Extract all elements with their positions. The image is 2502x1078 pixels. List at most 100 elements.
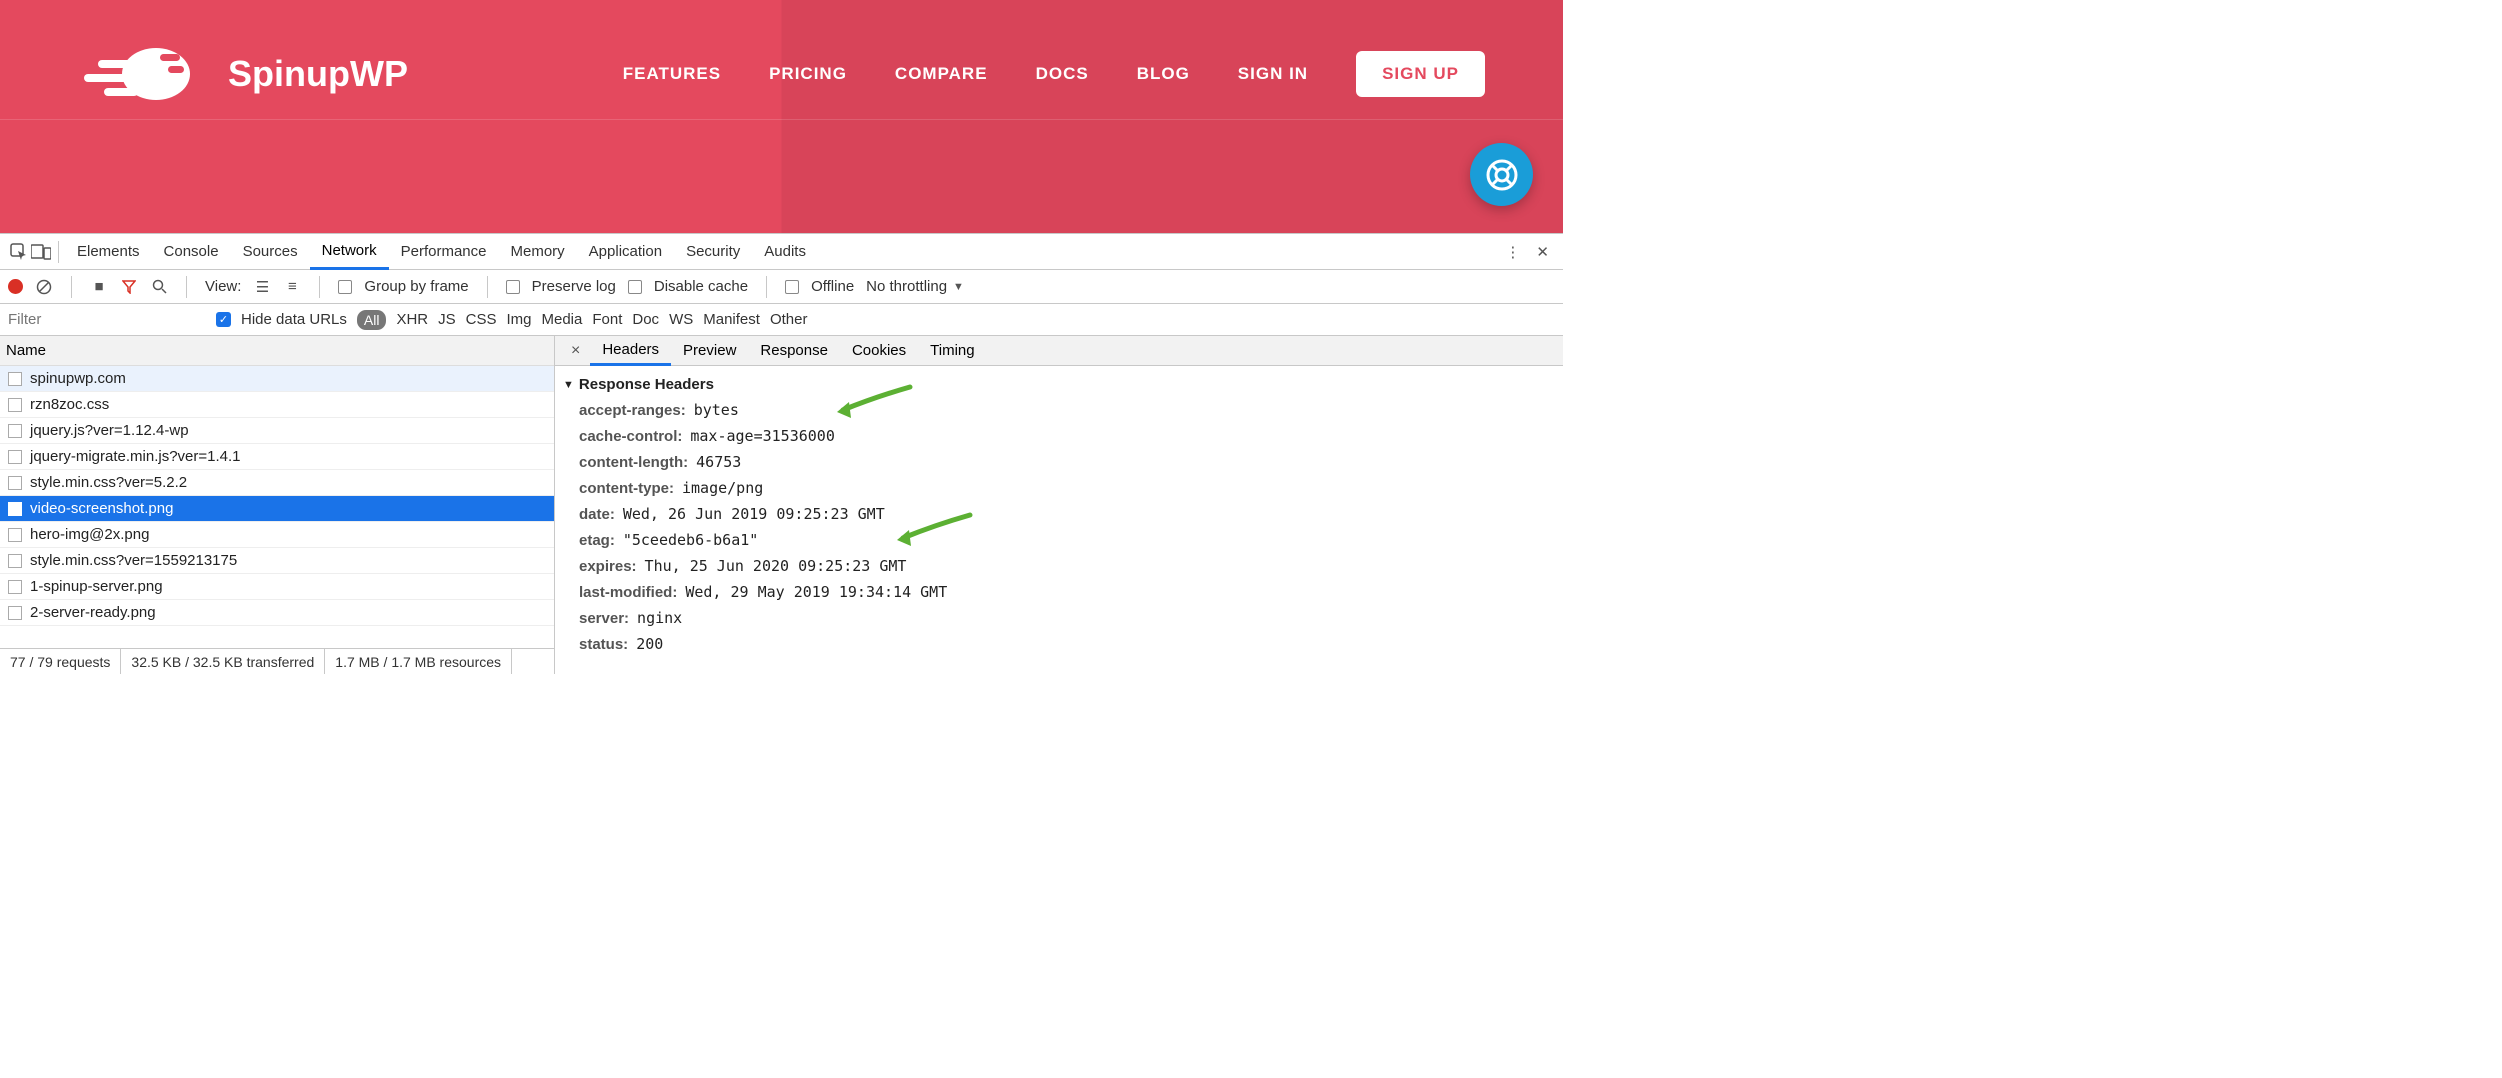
filter-img[interactable]: Img: [506, 311, 531, 328]
request-row[interactable]: 1-spinup-server.png: [0, 574, 554, 600]
offline-label: Offline: [811, 278, 854, 295]
request-row[interactable]: rzn8zoc.css: [0, 392, 554, 418]
detail-tab-headers[interactable]: Headers: [590, 336, 671, 366]
tab-performance[interactable]: Performance: [389, 234, 499, 270]
request-row[interactable]: video-screenshot.png: [0, 496, 554, 522]
response-headers-section[interactable]: ▼ Response Headers: [555, 372, 1563, 397]
header-row: accept-ranges: bytes: [555, 397, 1563, 423]
request-row[interactable]: jquery-migrate.min.js?ver=1.4.1: [0, 444, 554, 470]
header-value: image/png: [682, 479, 763, 497]
nav-features[interactable]: FEATURES: [623, 64, 721, 84]
filter-js[interactable]: JS: [438, 311, 456, 328]
nav-compare[interactable]: COMPARE: [895, 64, 988, 84]
offline-checkbox[interactable]: [785, 280, 799, 294]
header-row: expires:Thu, 25 Jun 2020 09:25:23 GMT: [555, 553, 1563, 579]
brand-logo[interactable]: SpinupWP: [78, 46, 408, 102]
tab-application[interactable]: Application: [577, 234, 674, 270]
divider: [319, 276, 320, 298]
header-row: content-length:46753: [555, 449, 1563, 475]
filter-font[interactable]: Font: [592, 311, 622, 328]
filter-bar: ✓ Hide data URLs All XHR JS CSS Img Medi…: [0, 304, 1563, 336]
camera-icon[interactable]: ■: [90, 278, 108, 296]
file-icon: [8, 424, 22, 438]
request-row[interactable]: jquery.js?ver=1.12.4-wp: [0, 418, 554, 444]
disable-cache-label: Disable cache: [654, 278, 748, 295]
filter-manifest[interactable]: Manifest: [703, 311, 760, 328]
file-icon: [8, 502, 22, 516]
request-name: rzn8zoc.css: [30, 396, 109, 413]
hide-data-urls-checkbox[interactable]: ✓: [216, 312, 231, 327]
detail-tab-timing[interactable]: Timing: [918, 336, 986, 366]
divider: [58, 241, 59, 263]
tab-sources[interactable]: Sources: [231, 234, 310, 270]
request-row[interactable]: style.min.css?ver=5.2.2: [0, 470, 554, 496]
filter-funnel-icon[interactable]: [120, 278, 138, 296]
preserve-checkbox[interactable]: [506, 280, 520, 294]
header-key: content-type:: [579, 480, 674, 497]
device-icon[interactable]: [30, 244, 52, 260]
divider: [186, 276, 187, 298]
filter-xhr[interactable]: XHR: [396, 311, 428, 328]
filter-ws[interactable]: WS: [669, 311, 693, 328]
name-column-header[interactable]: Name: [0, 336, 554, 366]
filter-media[interactable]: Media: [542, 311, 583, 328]
preserve-label: Preserve log: [532, 278, 616, 295]
throttling-select[interactable]: No throttling ▼: [866, 278, 964, 295]
group-checkbox[interactable]: [338, 280, 352, 294]
filter-all[interactable]: All: [357, 310, 387, 330]
disable-cache-checkbox[interactable]: [628, 280, 642, 294]
file-icon: [8, 606, 22, 620]
request-list: Name spinupwp.com rzn8zoc.css jquery.js?ve…: [0, 336, 555, 674]
request-row[interactable]: hero-img@2x.png: [0, 522, 554, 548]
status-resources: 1.7 MB / 1.7 MB resources: [325, 649, 512, 674]
nav-pricing[interactable]: PRICING: [769, 64, 847, 84]
help-button[interactable]: [1470, 143, 1533, 206]
file-icon: [8, 372, 22, 386]
nav-signin[interactable]: SIGN IN: [1238, 64, 1308, 84]
detail-tab-cookies[interactable]: Cookies: [840, 336, 918, 366]
status-bar: 77 / 79 requests 32.5 KB / 32.5 KB trans…: [0, 648, 554, 674]
request-row[interactable]: 2-server-ready.png: [0, 600, 554, 626]
close-devtools-icon[interactable]: ✕: [1536, 243, 1549, 261]
waterfall-icon[interactable]: ≡: [283, 278, 301, 296]
header-value: bytes: [694, 401, 739, 419]
kebab-icon[interactable]: ⋮: [1505, 243, 1520, 261]
network-main: Name spinupwp.com rzn8zoc.css jquery.js?ve…: [0, 336, 1563, 674]
header-key: last-modified:: [579, 584, 677, 601]
tab-elements[interactable]: Elements: [65, 234, 152, 270]
file-icon: [8, 476, 22, 490]
inspect-icon[interactable]: [8, 243, 30, 261]
request-row[interactable]: spinupwp.com: [0, 366, 554, 392]
nav-blog[interactable]: BLOG: [1137, 64, 1190, 84]
header-value: nginx: [637, 609, 682, 627]
tab-security[interactable]: Security: [674, 234, 752, 270]
signup-button[interactable]: SIGN UP: [1356, 51, 1485, 97]
tab-memory[interactable]: Memory: [499, 234, 577, 270]
close-detail-icon[interactable]: ×: [561, 342, 590, 360]
site-header: SpinupWP FEATURES PRICING COMPARE DOCS B…: [0, 0, 1563, 233]
filter-css[interactable]: CSS: [466, 311, 497, 328]
tab-audits[interactable]: Audits: [752, 234, 818, 270]
record-button[interactable]: [8, 279, 23, 294]
status-transferred: 32.5 KB / 32.5 KB transferred: [121, 649, 325, 674]
nav-docs[interactable]: DOCS: [1036, 64, 1089, 84]
file-icon: [8, 580, 22, 594]
large-rows-icon[interactable]: ☰: [253, 278, 271, 296]
request-row[interactable]: style.min.css?ver=1559213175: [0, 548, 554, 574]
header-key: accept-ranges:: [579, 402, 686, 419]
filter-other[interactable]: Other: [770, 311, 808, 328]
status-requests: 77 / 79 requests: [0, 649, 121, 674]
detail-tab-response[interactable]: Response: [748, 336, 840, 366]
request-name: 2-server-ready.png: [30, 604, 156, 621]
detail-tab-preview[interactable]: Preview: [671, 336, 748, 366]
search-icon[interactable]: [150, 278, 168, 296]
disclosure-triangle-icon: ▼: [563, 379, 574, 391]
file-icon: [8, 398, 22, 412]
tab-network[interactable]: Network: [310, 234, 389, 270]
tab-console[interactable]: Console: [152, 234, 231, 270]
section-title: Response Headers: [579, 376, 714, 393]
header-row: server:nginx: [555, 605, 1563, 631]
filter-input[interactable]: [6, 311, 206, 328]
clear-icon[interactable]: [35, 278, 53, 296]
filter-doc[interactable]: Doc: [632, 311, 659, 328]
